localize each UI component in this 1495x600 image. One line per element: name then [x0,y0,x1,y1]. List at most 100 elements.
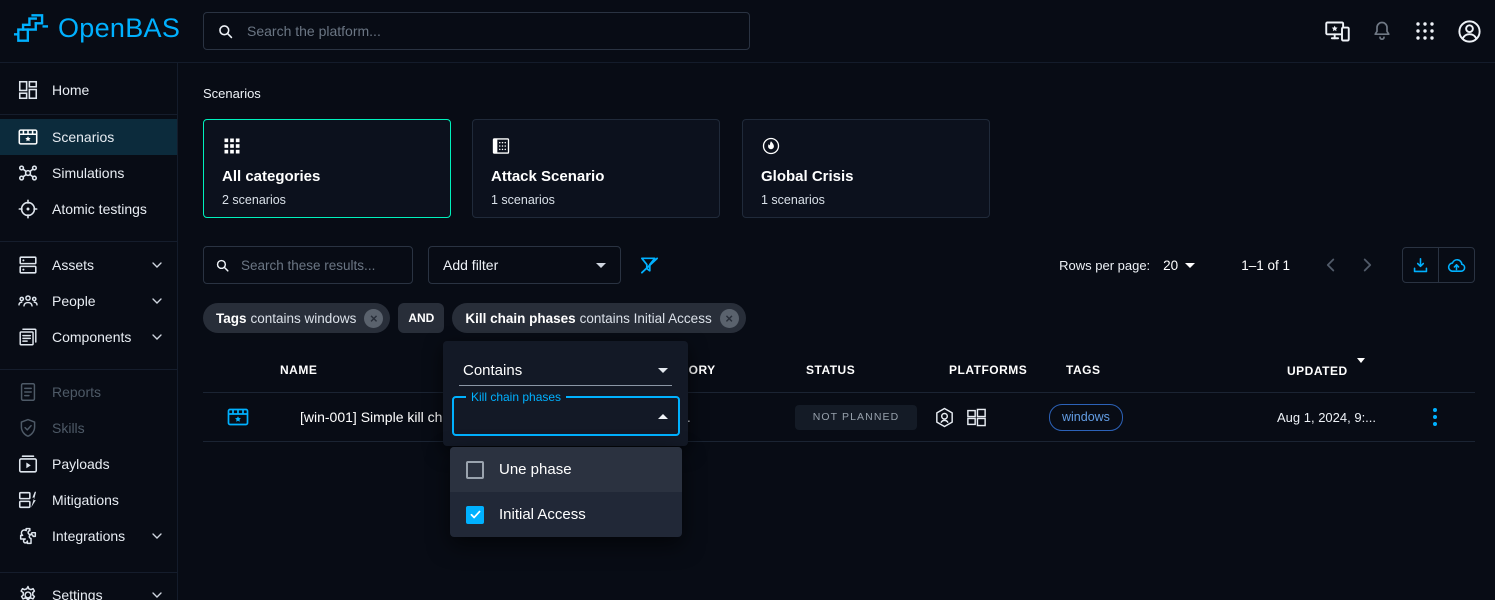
sidebar-item-integrations[interactable]: Integrations [0,518,177,554]
account-icon[interactable] [1456,18,1483,45]
scenario-movie-icon [226,393,250,441]
column-header-platforms[interactable]: PLATFORMS [949,363,1027,377]
movie-icon [17,126,39,148]
apps-grid-icon[interactable] [1413,19,1437,43]
sidebar-item-atomic-testings[interactable]: Atomic testings [0,191,177,227]
sidebar-item-payloads[interactable]: Payloads [0,446,177,482]
sidebar: Home Scenarios Simulations Atomi [0,62,178,600]
table-row[interactable]: [win-001] Simple kill chain Attack Scena… [203,393,1475,442]
scenario-tags: windows [1049,393,1123,441]
page-title: Scenarios [203,86,261,101]
filter-chip-kill-chain-phases[interactable]: Kill chain phases contains Initial Acces… [452,303,745,333]
sidebar-item-label: Payloads [52,456,110,472]
option-initial-access[interactable]: Initial Access [450,492,682,537]
option-une-phase[interactable]: Une phase [450,447,682,492]
add-filter-select[interactable]: Add filter [428,246,621,284]
chevron-left-icon [1320,254,1342,276]
flame-icon [761,136,971,156]
previous-page-button[interactable] [1320,254,1342,276]
cloud-upload-icon [1446,255,1467,276]
pagination-range: 1–1 of 1 [1241,258,1290,273]
agents-devices-icon[interactable] [1324,18,1351,45]
checkbox-checked-icon[interactable] [466,506,484,524]
filter-chip-condition: contains windows [251,311,357,326]
table-header-row: NAME CATEGORY STATUS PLATFORMS TAGS UPDA… [203,350,1475,393]
sidebar-item-skills: Skills [0,410,177,446]
column-header-status[interactable]: STATUS [806,363,855,377]
operator-select[interactable]: Contains [459,355,672,386]
sidebar-item-simulations[interactable]: Simulations [0,155,177,191]
chevron-up-icon[interactable] [658,414,668,419]
remove-filter-icon[interactable]: × [720,309,739,328]
option-label: Initial Access [499,506,586,523]
platform-search[interactable] [203,12,750,50]
export-cloud-upload-button[interactable] [1439,248,1474,282]
filter-chip-condition: contains Initial Access [580,311,712,326]
notifications-bell-icon[interactable] [1370,19,1394,43]
table-icon [491,136,701,156]
kill-chain-phases-input[interactable]: Kill chain phases [452,396,680,436]
sidebar-item-label: Settings [52,587,103,600]
filter-chip-field: Tags [216,311,247,326]
chevron-down-icon [149,587,165,600]
column-header-updated[interactable]: UPDATED [1287,363,1365,378]
gear-icon [17,584,39,600]
sidebar-item-home[interactable]: Home [0,70,177,110]
platform-search-input[interactable] [245,22,749,40]
scenario-updated: Aug 1, 2024, 9:... [1277,393,1376,441]
column-header-name[interactable]: NAME [280,363,317,377]
chevron-down-icon [149,293,165,309]
tag-chip[interactable]: windows [1049,404,1123,431]
payloads-icon [17,453,39,475]
hub-icon [17,162,39,184]
shield-check-icon [17,417,39,439]
chevron-down-icon [596,263,606,268]
chevron-down-icon [149,329,165,345]
sidebar-item-mitigations[interactable]: Mitigations [0,482,177,518]
openbas-logo[interactable]: OpenBAS [12,9,180,47]
newspaper-icon [17,326,39,348]
add-filter-label: Add filter [443,257,498,273]
chevron-down-icon [149,257,165,273]
scenarios-table: NAME CATEGORY STATUS PLATFORMS TAGS UPDA… [203,350,1475,442]
filter-popover: Contains Kill chain phases [443,341,688,446]
results-search-input[interactable] [239,257,412,274]
sidebar-item-label: Mitigations [52,492,119,508]
sidebar-item-settings[interactable]: Settings [0,577,177,600]
results-search[interactable] [203,246,413,284]
row-actions [1429,393,1441,441]
rows-per-page-select[interactable]: 20 [1163,258,1195,273]
kill-chain-phases-input-label: Kill chain phases [466,390,566,404]
category-card-global-crisis[interactable]: Global Crisis 1 scenarios [742,119,990,218]
category-card-title: Global Crisis [761,168,971,185]
sidebar-item-label: Home [52,82,89,98]
remove-filter-icon[interactable]: × [364,309,383,328]
sidebar-item-label: Simulations [52,165,124,181]
sidebar-item-scenarios[interactable]: Scenarios [0,119,177,155]
category-card-all[interactable]: All categories 2 scenarios [203,119,451,218]
category-card-count: 1 scenarios [491,193,701,207]
kebab-menu-icon[interactable] [1429,404,1441,430]
filter-operator-chip[interactable]: AND [398,303,444,333]
category-card-title: All categories [222,168,432,185]
search-icon [214,257,231,274]
sidebar-item-components[interactable]: Components [0,319,177,355]
sidebar-item-people[interactable]: People [0,283,177,319]
filter-chip-tags[interactable]: Tags contains windows × [203,303,390,333]
next-page-button[interactable] [1356,254,1378,276]
export-button-group [1402,247,1475,283]
storage-icon [17,254,39,276]
checkbox-unchecked-icon[interactable] [466,461,484,479]
sidebar-item-assets[interactable]: Assets [0,247,177,283]
target-icon [17,198,39,220]
active-filters: Tags contains windows × AND Kill chain p… [203,303,746,333]
openbas-app: OpenBAS [0,0,1495,600]
column-header-tags[interactable]: TAGS [1066,363,1100,377]
category-card-attack-scenario[interactable]: Attack Scenario 1 scenarios [472,119,720,218]
operator-select-value: Contains [463,362,522,379]
sidebar-item-label: Reports [52,384,101,400]
phase-options-popover: Une phase Initial Access [450,447,682,537]
export-download-button[interactable] [1403,248,1438,282]
sidebar-item-label: Integrations [52,528,125,544]
filter-off-icon[interactable] [638,254,661,277]
